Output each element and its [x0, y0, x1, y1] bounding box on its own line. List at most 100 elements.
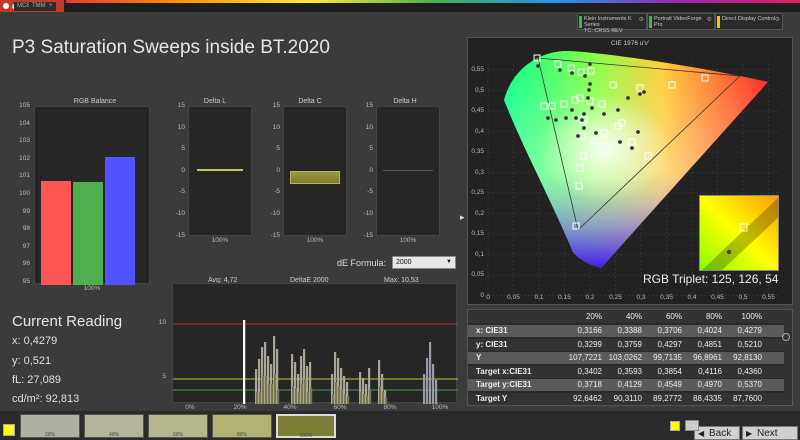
calman-window: calman MCE TMM + Klein Instruments K Ser…: [0, 0, 800, 440]
de-bar-white: [243, 320, 246, 404]
gear-icon[interactable]: ⚙: [775, 17, 780, 23]
de-bar-low: [360, 392, 363, 404]
delta-ytick: 10: [272, 123, 280, 131]
delta-ytick: -10: [363, 210, 373, 217]
de-bar-low: [332, 394, 335, 404]
display-device-box[interactable]: Direct Display Control ⚙: [715, 13, 783, 30]
table-row[interactable]: Y 107,7221 103,0262 99,7135 96,8961 92,8130: [468, 352, 792, 364]
delta-ytick: 15: [365, 102, 373, 109]
next-button[interactable]: ▶ Next: [742, 426, 798, 440]
cie-xtick: 0,5: [738, 294, 748, 301]
bottom-bar: 20% 40% 60% 80% 100% ◀ Back ▶ Next: [0, 411, 800, 440]
status-pip: [579, 16, 582, 28]
de-bar: [423, 374, 426, 404]
delta-ytick: 0: [369, 166, 373, 174]
sweep-swatch-button[interactable]: 100%: [276, 414, 336, 439]
sweep-swatch-button[interactable]: 60%: [148, 414, 208, 438]
rgb-ytick: 97: [22, 242, 30, 250]
row-selector[interactable]: [782, 333, 790, 341]
de-bar-low: [268, 384, 271, 404]
table-row[interactable]: Target y:CIE31 0,3718 0,4129 0,4549 0,4970 0,…: [468, 379, 792, 391]
cie-ytick: 0,25: [471, 189, 484, 196]
measure-swatch[interactable]: [670, 421, 680, 431]
sweep-swatch-button[interactable]: 40%: [84, 414, 144, 438]
sweep-swatch-button[interactable]: 20%: [20, 414, 80, 438]
measured-marker: [589, 105, 595, 111]
gear-icon[interactable]: ⚙: [707, 17, 712, 23]
table-row[interactable]: x: CIE31 0,3166 0,3388 0,3706 0,4024 0,4279: [468, 325, 792, 337]
rgb-balance-title: RGB Balance: [73, 98, 117, 105]
rgb-ytick: 100: [19, 190, 30, 197]
table-col-header: 60%: [665, 312, 682, 321]
table-row[interactable]: Target Y 92,6462 90,3110 89,2772 88,4335 87,7…: [468, 392, 792, 405]
delta-h-title: Delta H: [393, 98, 417, 105]
rgb-ytick: 95: [22, 278, 30, 285]
delta-ytick: -5: [367, 188, 373, 196]
de-bar-low: [335, 382, 338, 404]
delta-ytick: -5: [274, 188, 280, 196]
table-cell: 0,3593: [617, 366, 642, 376]
delta-c-bar: [290, 171, 340, 184]
table-row-label: Target Y: [476, 393, 508, 403]
device-name: Klein Instruments K Series: [584, 16, 632, 28]
de-bar-low: [301, 384, 304, 404]
delta-l-chart: [188, 106, 252, 236]
cie-xtick: 0,45: [711, 294, 724, 301]
de-xtick: 80%: [383, 404, 397, 411]
measured-marker: [545, 115, 551, 121]
table-cell: 0,4851: [697, 339, 722, 349]
back-button[interactable]: ◀ Back: [694, 426, 740, 440]
cie-ytick: 0,35: [471, 148, 484, 155]
table-row[interactable]: y: CIE31 0,3299 0,3759 0,4297 0,4851 0,5210: [468, 338, 792, 351]
sweep-swatch-button[interactable]: 80%: [212, 414, 272, 438]
delta-e-bars: [243, 320, 438, 404]
table-cell: 107,7221: [568, 353, 602, 362]
delta-ytick: -5: [179, 188, 185, 196]
rgb-ytick: 99: [22, 207, 30, 215]
back-label: Back: [709, 428, 732, 439]
rgb-ytick: 101: [19, 172, 30, 180]
rgb-triplet: RGB Triplet: 125, 126, 54: [643, 272, 779, 286]
delta-ytick: 10: [177, 123, 185, 131]
table-row[interactable]: Target x:CIE31 0,3402 0,3593 0,3854 0,4116 0,…: [468, 365, 792, 378]
camera-icon[interactable]: [685, 420, 699, 431]
reading-cd: cd/m²: 92,813: [12, 393, 80, 405]
de-bar-low: [341, 390, 344, 404]
delta-h-chart: [376, 106, 440, 236]
blue-bar: [105, 157, 135, 285]
measured-marker: [635, 129, 641, 135]
table-scrollbar[interactable]: [784, 310, 792, 405]
cie-chart: CIE 1976 u'v' 0,55 0,5 0,45 0,4 0,35 0,3…: [467, 37, 793, 305]
delta-ytick: -15: [270, 231, 280, 239]
measured-marker: [601, 111, 607, 117]
rgb-ytick: 102: [19, 154, 30, 162]
device-sub: TC: CRSS REV: [584, 28, 623, 34]
measured-marker: [641, 89, 647, 95]
delta-ytick: 15: [177, 102, 185, 109]
cie-xtick: 0,2: [585, 294, 595, 301]
de-bar-low: [277, 390, 280, 404]
rgb-balance-chart: [34, 106, 150, 285]
de-bar: [429, 342, 432, 404]
generator-device-box[interactable]: Portrait VideoForge Pro ⚙: [647, 13, 715, 30]
reading-y: y: 0,521: [12, 355, 52, 367]
table-cell: 96,8961: [693, 353, 722, 362]
delta-ytick: 5: [276, 145, 280, 153]
cie-ytick: 0,1: [474, 250, 484, 258]
delta-ytick: 15: [272, 102, 280, 109]
measured-marker: [557, 67, 563, 73]
table-row-label: Target x:CIE31: [476, 366, 532, 376]
de-bar-low: [274, 374, 277, 404]
de-formula-label: dE Formula:: [337, 258, 387, 268]
gear-icon[interactable]: ⚙: [639, 17, 644, 23]
measured-marker: [625, 95, 631, 101]
add-tab-button[interactable]: +: [46, 2, 56, 11]
meter-device-box[interactable]: Klein Instruments K Series TC: CRSS REV …: [577, 13, 647, 34]
de-bar-low: [307, 392, 310, 404]
measured-marker: [569, 107, 575, 113]
cie-xtick: 0,35: [660, 294, 673, 301]
measured-marker: [582, 73, 588, 79]
de-ytick-10: 10: [158, 319, 166, 326]
de-formula-select[interactable]: 2000 ▼: [392, 256, 456, 269]
mouse-cursor: ▸: [460, 212, 465, 222]
